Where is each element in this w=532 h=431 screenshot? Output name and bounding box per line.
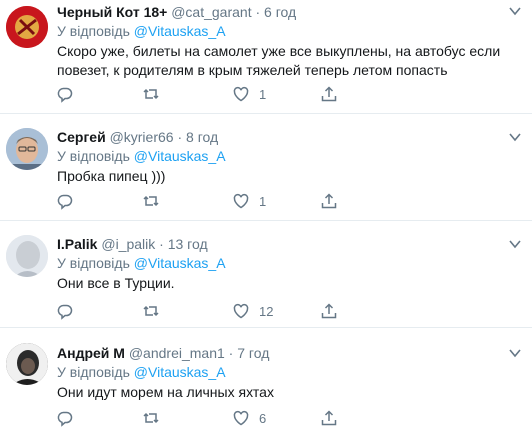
retweet-button[interactable] — [142, 84, 160, 104]
reply-icon — [57, 194, 73, 210]
reply-prefix: У відповідь — [57, 255, 130, 271]
user-handle[interactable]: @cat_garant — [171, 4, 251, 20]
chevron-down-icon[interactable] — [508, 4, 522, 18]
retweet-icon — [143, 412, 159, 424]
reply-context: У відповідь @Vitauskas_A — [57, 22, 520, 40]
tweet[interactable]: Сергей @kyrier66 · 8 год У відповідь @Vi… — [0, 114, 532, 221]
display-name[interactable]: Сергей — [57, 129, 106, 145]
like-count: 6 — [259, 410, 267, 426]
tweet[interactable]: I.Palik @i_palik · 13 год У відповідь @V… — [0, 221, 532, 328]
retweet-icon — [143, 88, 159, 100]
user-handle[interactable]: @i_palik — [101, 236, 155, 252]
reply-prefix: У відповідь — [57, 364, 130, 380]
tweet[interactable]: Черный Кот 18+ @cat_garant · 6 год У від… — [0, 0, 532, 114]
share-icon — [321, 193, 337, 209]
reply-button[interactable] — [56, 191, 74, 211]
reply-prefix: У відповідь — [57, 148, 130, 164]
share-button[interactable] — [320, 84, 338, 104]
timestamp[interactable]: 8 год — [186, 129, 218, 145]
like-button[interactable]: 12 — [232, 301, 273, 321]
tweet[interactable]: Андрей М @andrei_man1 · 7 год У відповід… — [0, 328, 532, 431]
display-name[interactable]: Черный Кот 18+ — [57, 4, 167, 20]
avatar[interactable] — [6, 6, 48, 48]
like-icon — [233, 410, 249, 426]
like-icon — [233, 193, 249, 209]
mention-link[interactable]: @Vitauskas_A — [134, 255, 226, 271]
share-button[interactable] — [320, 191, 338, 211]
share-icon — [321, 86, 337, 102]
reply-button[interactable] — [56, 408, 74, 428]
like-icon — [233, 303, 249, 319]
mention-link[interactable]: @Vitauskas_A — [134, 364, 226, 380]
user-handle[interactable]: @kyrier66 — [110, 129, 174, 145]
retweet-button[interactable] — [142, 408, 160, 428]
tweet-text: Они все в Турции. — [57, 275, 175, 291]
avatar[interactable] — [6, 343, 48, 385]
avatar[interactable] — [6, 128, 48, 170]
like-icon — [233, 86, 249, 102]
display-name[interactable]: I.Palik — [57, 236, 97, 252]
share-button[interactable] — [320, 301, 338, 321]
reply-context: У відповідь @Vitauskas_A — [57, 363, 520, 381]
reply-context: У відповідь @Vitauskas_A — [57, 147, 520, 165]
chevron-down-icon[interactable] — [508, 130, 522, 144]
tweet-text: Они идут морем на личных яхтах — [57, 384, 274, 400]
retweet-button[interactable] — [142, 191, 160, 211]
like-count: 1 — [259, 193, 267, 209]
share-button[interactable] — [320, 408, 338, 428]
separator-dot: · — [177, 129, 183, 145]
timestamp[interactable]: 7 год — [237, 345, 269, 361]
like-button[interactable]: 1 — [232, 191, 266, 211]
retweet-icon — [143, 305, 159, 317]
avatar-image — [6, 235, 48, 277]
like-count: 1 — [259, 86, 267, 102]
reply-icon — [57, 87, 73, 103]
avatar-image — [6, 128, 48, 170]
mention-link[interactable]: @Vitauskas_A — [134, 23, 226, 39]
display-name[interactable]: Андрей М — [57, 345, 125, 361]
chevron-down-icon[interactable] — [508, 237, 522, 251]
mention-link[interactable]: @Vitauskas_A — [134, 148, 226, 164]
separator-dot: · — [255, 4, 261, 20]
reply-prefix: У відповідь — [57, 23, 130, 39]
like-button[interactable]: 6 — [232, 408, 266, 428]
reply-context: У відповідь @Vitauskas_A — [57, 254, 520, 272]
avatar-image — [6, 343, 48, 385]
retweet-button[interactable] — [142, 301, 160, 321]
avatar-image — [6, 6, 48, 48]
tweet-text: Пробка пипец ))) — [57, 168, 166, 184]
avatar[interactable] — [6, 235, 48, 277]
tweet-text: Скоро уже, билеты на самолет уже все вык… — [57, 43, 501, 78]
separator-dot: · — [228, 345, 234, 361]
share-icon — [321, 410, 337, 426]
like-button[interactable]: 1 — [232, 84, 266, 104]
user-handle[interactable]: @andrei_man1 — [129, 345, 225, 361]
share-icon — [321, 303, 337, 319]
retweet-icon — [143, 195, 159, 207]
timestamp[interactable]: 6 год — [264, 4, 296, 20]
reply-icon — [57, 304, 73, 320]
reply-button[interactable] — [56, 84, 74, 104]
like-count: 12 — [259, 303, 274, 319]
timestamp[interactable]: 13 год — [168, 236, 208, 252]
reply-icon — [57, 411, 73, 427]
chevron-down-icon[interactable] — [508, 346, 522, 360]
reply-button[interactable] — [56, 301, 74, 321]
separator-dot: · — [159, 236, 164, 252]
